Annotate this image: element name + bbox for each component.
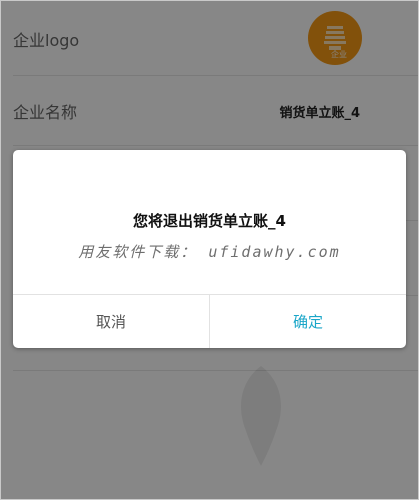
dialog-actions: 取消 确定	[13, 294, 406, 348]
cancel-button[interactable]: 取消	[13, 295, 210, 348]
dialog-message: 您将退出销货单立账_4	[133, 212, 286, 230]
watermark-text: 用友软件下载： ufidawhy.com	[78, 243, 341, 261]
dialog-body: 您将退出销货单立账_4 用友软件下载： ufidawhy.com	[13, 150, 406, 294]
exit-confirm-dialog: 您将退出销货单立账_4 用友软件下载： ufidawhy.com 取消 确定	[13, 150, 406, 348]
app-frame: 企业logo 企业 企业名称 销货单立账_4 您将退出销货单立账_4 用友软件下…	[0, 0, 419, 500]
confirm-button[interactable]: 确定	[210, 295, 406, 348]
